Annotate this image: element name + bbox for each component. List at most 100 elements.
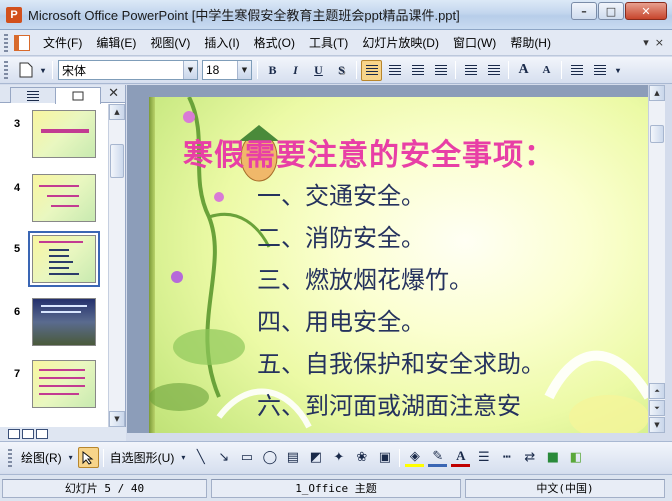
align-center-button[interactable] xyxy=(384,60,405,81)
document-close-icon[interactable]: × xyxy=(655,36,664,49)
menu-grip[interactable] xyxy=(4,33,8,52)
grow-font-button[interactable]: A xyxy=(513,60,534,81)
font-color-icon[interactable]: A xyxy=(451,448,471,467)
3d-style-icon[interactable]: ◧ xyxy=(566,448,585,467)
autoshapes-menu-button[interactable]: 自选图形(U) xyxy=(107,449,178,466)
diagram-tool-icon[interactable]: ✦ xyxy=(329,448,348,467)
tab-outline[interactable] xyxy=(10,87,56,103)
menu-view[interactable]: 视图(V) xyxy=(143,31,197,54)
slideshow-view-icon[interactable] xyxy=(36,429,48,439)
toolbar-separator xyxy=(399,448,401,467)
status-bar: 幻灯片 5 / 40 1_Office 主题 中文(中国) xyxy=(0,474,672,501)
bullets-button[interactable] xyxy=(483,60,504,81)
italic-button[interactable]: I xyxy=(285,60,306,81)
dash-style-icon[interactable]: ┅ xyxy=(497,448,516,467)
clipart-tool-icon[interactable]: ❀ xyxy=(352,448,371,467)
minimize-button[interactable]: – xyxy=(571,2,597,20)
toolbar-separator xyxy=(455,61,456,79)
thumbnail-image xyxy=(32,110,96,158)
thumbnail-item[interactable]: 7 xyxy=(0,360,106,418)
app-name: Microsoft Office PowerPoint xyxy=(28,8,189,23)
draw-menu-button[interactable]: 绘图(R) xyxy=(18,449,65,466)
menu-window[interactable]: 窗口(W) xyxy=(446,31,503,54)
scroll-down-icon[interactable]: ▼ xyxy=(109,411,125,427)
bold-button[interactable]: B xyxy=(262,60,283,81)
slide-sorter-view-icon[interactable] xyxy=(22,429,34,439)
scroll-up-icon[interactable]: ▲ xyxy=(649,85,665,101)
close-pane-icon[interactable]: ✕ xyxy=(108,86,119,101)
slide-canvas[interactable]: 寒假需要注意的安全事项： 一、交通安全。 二、消防安全。 三、燃放烟花爆竹。 四… xyxy=(127,85,648,433)
chevron-down-icon[interactable]: ▾ xyxy=(179,448,187,467)
slide-bullet: 三、燃放烟花爆竹。 xyxy=(257,266,473,294)
menu-help[interactable]: 帮助(H) xyxy=(503,31,558,54)
outline-icon xyxy=(27,90,39,101)
picture-tool-icon[interactable]: ▣ xyxy=(375,448,394,467)
thumbnail-item-selected[interactable]: 5 xyxy=(0,231,106,293)
oval-tool-icon[interactable]: ◯ xyxy=(260,448,279,467)
shadow-button[interactable]: S xyxy=(331,60,352,81)
thumbnail-item[interactable]: 6 xyxy=(0,298,106,356)
slides-pane: ✕ 3 4 5 6 7 ▲ ▼ xyxy=(0,85,126,427)
toolbar-options-icon[interactable]: ▾ xyxy=(38,60,48,81)
previous-slide-icon[interactable]: ⏶ xyxy=(649,383,665,399)
new-document-icon[interactable] xyxy=(15,60,36,81)
font-name-combo[interactable]: 宋体 ▼ xyxy=(58,60,198,80)
tab-slides[interactable] xyxy=(55,87,101,104)
scroll-thumb[interactable] xyxy=(110,144,124,178)
document-icon[interactable] xyxy=(14,34,30,51)
menu-insert[interactable]: 插入(I) xyxy=(197,31,246,54)
normal-view-icon[interactable] xyxy=(8,429,20,439)
wordart-tool-icon[interactable]: ◩ xyxy=(306,448,325,467)
toolbar-grip[interactable] xyxy=(8,448,12,467)
decrease-indent-button[interactable] xyxy=(566,60,587,81)
thumbnail-item[interactable]: 4 xyxy=(0,174,106,232)
increase-indent-button[interactable] xyxy=(589,60,610,81)
next-slide-icon[interactable]: ⏷ xyxy=(649,400,665,416)
menu-file[interactable]: 文件(F) xyxy=(36,31,89,54)
thumbnail-number: 6 xyxy=(14,306,21,318)
slide-title[interactable]: 寒假需要注意的安全事项： xyxy=(183,130,555,174)
thumbnail-item[interactable]: 3 xyxy=(0,110,106,168)
menu-tools[interactable]: 工具(T) xyxy=(302,31,355,54)
slide[interactable]: 寒假需要注意的安全事项： 一、交通安全。 二、消防安全。 三、燃放烟花爆竹。 四… xyxy=(149,97,648,433)
rectangle-tool-icon[interactable]: ▭ xyxy=(237,448,256,467)
shrink-font-button[interactable]: A xyxy=(536,60,557,81)
distribute-button[interactable] xyxy=(430,60,451,81)
maximize-button[interactable]: □ xyxy=(598,2,624,20)
numbering-button[interactable] xyxy=(460,60,481,81)
chevron-down-icon[interactable]: ▼ xyxy=(237,61,251,79)
powerpoint-app-icon[interactable]: P xyxy=(6,6,22,23)
toolbar-overflow-icon[interactable]: ▾ xyxy=(612,60,624,81)
menu-slideshow[interactable]: 幻灯片放映(D) xyxy=(355,31,446,54)
thumbnail-scrollbar[interactable]: ▲ ▼ xyxy=(108,104,125,427)
chevron-down-icon[interactable]: ▾ xyxy=(67,448,75,467)
select-objects-button[interactable] xyxy=(77,447,99,468)
toolbar-separator xyxy=(508,61,509,79)
arrow-style-icon[interactable]: ⇄ xyxy=(520,448,539,467)
menu-format[interactable]: 格式(O) xyxy=(247,31,302,54)
line-tool-icon[interactable]: ╲ xyxy=(191,448,210,467)
fill-color-icon[interactable]: ◈ xyxy=(405,448,425,467)
slide-body[interactable]: 一、交通安全。 二、消防安全。 三、燃放烟花爆竹。 四、用电安全。 五、自我保护… xyxy=(257,175,545,427)
arrow-tool-icon[interactable]: ↘ xyxy=(214,448,233,467)
slide-bullet: 五、自我保护和安全求助。 xyxy=(257,350,545,378)
slide-scrollbar[interactable]: ▲ ⏶ ⏷ ▼ xyxy=(648,85,665,433)
font-size-combo[interactable]: 18 ▼ xyxy=(202,60,252,80)
menu-options-icon[interactable]: ▾ xyxy=(643,36,649,49)
menu-edit[interactable]: 编辑(E) xyxy=(89,31,143,54)
underline-button[interactable]: U xyxy=(308,60,329,81)
chevron-down-icon[interactable]: ▼ xyxy=(183,61,197,79)
scroll-down-icon[interactable]: ▼ xyxy=(649,417,665,433)
close-button[interactable]: ✕ xyxy=(625,2,667,20)
scroll-up-icon[interactable]: ▲ xyxy=(109,104,125,120)
scroll-thumb[interactable] xyxy=(650,125,664,143)
line-color-icon[interactable]: ✎ xyxy=(428,448,448,467)
align-right-button[interactable] xyxy=(407,60,428,81)
document-name: [中学生寒假安全教育主题班会ppt精品课件.ppt] xyxy=(191,8,460,23)
textbox-tool-icon[interactable]: ▤ xyxy=(283,448,302,467)
toolbar-separator xyxy=(257,61,258,79)
shadow-style-icon[interactable]: ■ xyxy=(543,448,562,467)
align-left-button[interactable] xyxy=(361,59,382,81)
toolbar-grip[interactable] xyxy=(4,61,8,79)
line-style-icon[interactable]: ☰ xyxy=(474,448,493,467)
